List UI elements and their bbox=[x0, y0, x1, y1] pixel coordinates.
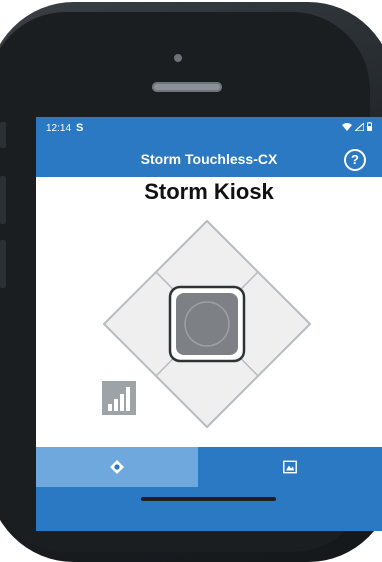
navigation-pad-icon bbox=[110, 460, 124, 474]
wifi-icon bbox=[342, 122, 352, 131]
notification-icon: S bbox=[76, 122, 84, 134]
phone-screen: 12:14 S Storm Touchless-CX ? Storm Kiosk bbox=[36, 117, 382, 531]
page-title: Storm Kiosk bbox=[144, 179, 274, 204]
signal-icon bbox=[355, 122, 364, 131]
bottom-navigation bbox=[36, 447, 382, 531]
mute-switch bbox=[0, 122, 6, 148]
signal-bars-icon bbox=[108, 387, 130, 411]
front-camera bbox=[174, 54, 182, 62]
battery-icon bbox=[367, 122, 372, 131]
earpiece-speaker bbox=[152, 82, 222, 92]
tab-navigation-pad[interactable] bbox=[36, 447, 198, 487]
help-button[interactable]: ? bbox=[344, 149, 366, 171]
volume-up-button bbox=[0, 176, 6, 224]
app-bar: Storm Touchless-CX ? bbox=[36, 141, 382, 177]
image-icon bbox=[283, 460, 297, 474]
status-bar: 12:14 S bbox=[36, 117, 382, 141]
tab-image[interactable] bbox=[198, 447, 382, 487]
status-time: 12:14 bbox=[46, 123, 72, 134]
system-icons bbox=[342, 122, 372, 131]
app-title: Storm Touchless-CX bbox=[140, 151, 278, 167]
volume-down-button bbox=[0, 240, 6, 288]
home-indicator[interactable] bbox=[141, 497, 276, 501]
signal-strength-icon bbox=[102, 381, 136, 415]
